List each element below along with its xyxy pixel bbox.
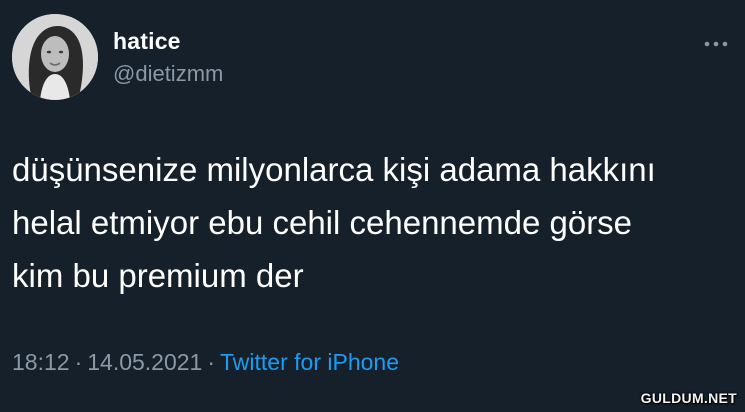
display-name[interactable]: hatice: [113, 28, 181, 55]
tweet-text-line: kim bu premium der: [12, 257, 304, 294]
tweet-text-line: düşünsenize milyonlarca kişi adama hakkı…: [12, 151, 656, 188]
more-horizontal-icon[interactable]: [703, 36, 729, 47]
tweet-metadata: 18:12 · 14.05.2021 · Twitter for iPhone: [12, 349, 399, 376]
tweet-text: düşünsenize milyonlarca kişi adama hakkı…: [12, 143, 732, 302]
tweet-source-link[interactable]: Twitter for iPhone: [220, 349, 399, 375]
user-handle[interactable]: @dietizmm: [113, 61, 223, 87]
tweet-text-line: helal etmiyor ebu cehil cehennemde görse: [12, 204, 633, 241]
tweet-date[interactable]: 14.05.2021: [87, 349, 202, 375]
tweet-time[interactable]: 18:12: [12, 349, 70, 375]
tweet-card: hatice @dietizmm düşünsenize milyonlarca…: [0, 0, 745, 412]
watermark-logo: GULDUM.NET: [640, 390, 737, 406]
avatar[interactable]: [12, 14, 98, 100]
profile-photo-icon: [12, 14, 98, 100]
meta-separator: ·: [207, 349, 216, 375]
meta-separator: ·: [74, 349, 83, 375]
